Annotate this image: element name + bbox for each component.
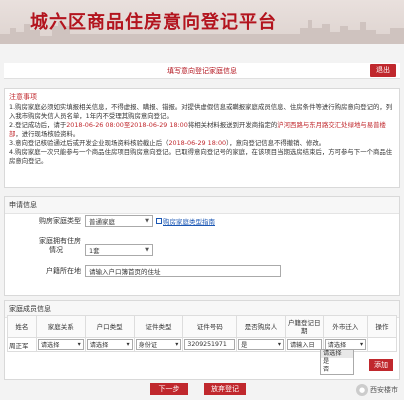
application-info-panel: 申请信息 购房家庭类型 普通家庭 ▼ 购房家庭类型指南 家庭拥有住房 情况 1套 ▼… [4,196,400,296]
id-type-select[interactable]: 身份证 ▾ [135,339,182,350]
add-member-button[interactable]: 添加 [369,359,393,371]
chevron-down-icon: ▾ [175,341,179,348]
notice-item-2: 2.登记成功后，请于2018-06-26 08:00至2018-06-29 18… [9,121,386,138]
housing-count-select[interactable]: 1套 ▼ [85,244,153,256]
col-is-buyer: 是否购房人 [236,315,286,338]
table-header-row: 姓名 家庭关系 户口类型 证件类型 证件号码 是否购房人 户籍登记日期 外市迁入… [7,315,397,338]
hukou-type-select[interactable]: 请选择 ▾ [86,339,133,350]
col-id-type: 证件类型 [133,315,184,338]
next-step-button[interactable]: 下一步 [150,383,188,395]
relation-select[interactable]: 请选择 ▾ [37,339,84,350]
notice-item-4: 4.购房家庭一次只能参与一个商品住房项目购房意向登记。已取得意向登记号的家庭，在… [9,148,393,165]
family-type-guide-link[interactable]: 购房家庭类型指南 [156,216,215,226]
hukou-label: 户籍所在地 [46,266,81,275]
members-table: 姓名 家庭关系 户口类型 证件类型 证件号码 是否购房人 户籍登记日期 外市迁入… [7,315,397,352]
document-icon [156,218,162,224]
footer-actions: 下一步 放弃登记 [0,383,404,397]
is-buyer-select[interactable]: 是 ▾ [238,339,284,350]
col-name: 姓名 [7,315,37,338]
wechat-icon: ● [356,384,368,396]
col-move-in: 外市迁入 [322,315,369,338]
chevron-down-icon: ▾ [126,341,130,348]
chevron-down-icon: ▼ [145,218,149,224]
notice-panel: 注意事项 1.购房家庭必须如实填报相关信息，不得虚报、瞒报、错报。对提供虚假信息… [4,88,400,188]
col-reg-date: 户籍登记日期 [284,315,324,338]
family-members-panel: 家庭成员信息 姓名 家庭关系 户口类型 证件类型 证件号码 是否购房人 户籍登记… [4,300,400,380]
platform-title: 城六区商品住房意向登记平台 [30,12,277,33]
family-type-label: 购房家庭类型 [39,216,81,225]
family-type-select[interactable]: 普通家庭 ▼ [85,215,153,227]
chevron-down-icon: ▾ [277,341,281,348]
header-banner: 城六区商品住房意向登记平台 [0,0,404,44]
form-title-bar: 填写意向登记家庭信息 退出 [4,63,400,79]
chevron-down-icon: ▼ [145,247,149,253]
dropdown-option[interactable]: 否 [321,366,353,374]
dropdown-option[interactable]: 是 [321,358,353,366]
hukou-address-input[interactable]: 请输入户口簿首页的住址 [85,265,281,277]
reg-date-input[interactable]: 请输入日 [286,339,322,350]
notice-item-3: 3.意向登记核验通过后或开发企业现场资料核验截止后（2018-06-29 18:… [9,139,326,147]
family-type-row: 购房家庭类型 普通家庭 ▼ 购房家庭类型指南 [5,215,215,227]
abandon-registration-button[interactable]: 放弃登记 [204,383,246,395]
col-relation: 家庭关系 [35,315,86,338]
chevron-down-icon: ▾ [77,341,81,348]
application-info-title: 申请信息 [5,197,399,214]
form-title: 填写意向登记家庭信息 [167,67,237,75]
dropdown-option[interactable]: 请选择 [321,350,353,358]
id-number-input[interactable]: 3209251971 [184,339,236,350]
hukou-row: 户籍所在地 请输入户口簿首页的住址 [5,265,281,277]
col-action: 操作 [367,315,397,338]
member-name: 周正军 [7,337,37,352]
chevron-down-icon: ▾ [359,341,364,348]
move-in-dropdown-options: 请选择 是 否 [320,349,354,375]
col-hukou-type: 户口类型 [84,315,135,338]
housing-label: 家庭拥有住房 情况 [39,236,81,254]
notice-item-1: 1.购房家庭必须如实填报相关信息，不得虚报、瞒报、错报。对提供虚假信息或瞒报家庭… [9,103,393,120]
notice-title: 注意事项 [9,93,37,101]
housing-row: 家庭拥有住房 情况 1套 ▼ [5,235,153,256]
watermark: ● 西安楼市 [356,384,398,396]
exit-button[interactable]: 退出 [370,64,396,77]
col-id-no: 证件号码 [182,315,238,338]
